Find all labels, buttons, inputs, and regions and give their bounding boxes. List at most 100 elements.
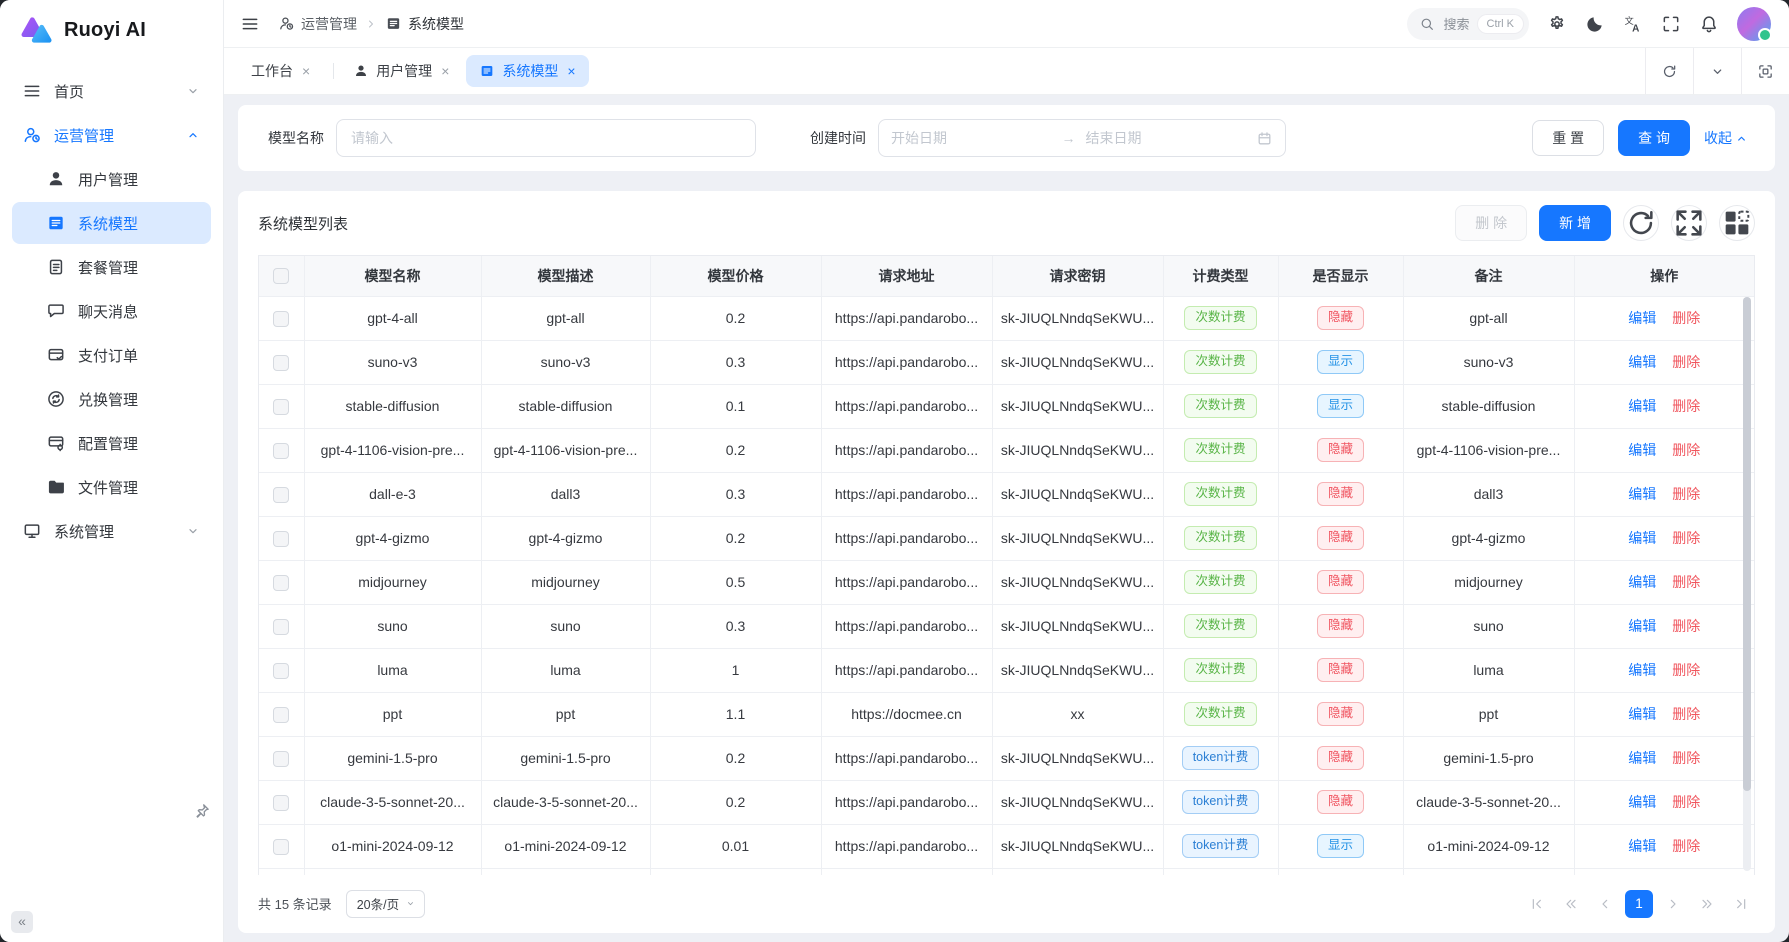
select-all-checkbox[interactable]	[273, 268, 289, 284]
delete-row-link[interactable]: 删除	[1672, 486, 1700, 502]
collapse-filter-link[interactable]: 收起	[1704, 128, 1749, 148]
dark-mode-moon-icon[interactable]	[1585, 14, 1605, 34]
create-time-range-input[interactable]: 开始日期 → 结束日期	[878, 119, 1286, 157]
refresh-table-button[interactable]	[1623, 205, 1659, 241]
row-checkbox[interactable]	[273, 531, 289, 547]
delete-row-link[interactable]: 删除	[1672, 442, 1700, 458]
table-scrollbar[interactable]	[1743, 297, 1751, 871]
global-search[interactable]: 搜索 Ctrl K	[1407, 8, 1529, 40]
fullscreen-icon[interactable]	[1661, 14, 1681, 34]
model-list-card: 系统模型列表 删 除 新 增	[238, 191, 1775, 933]
pagination-next-button[interactable]	[1659, 890, 1687, 918]
close-tab-icon[interactable]: ×	[302, 63, 310, 79]
sidebar-menu: 首页 运营管理 用户管理 系统模型 套餐管理 聊天消息 支付	[0, 60, 223, 562]
pagination-last-button[interactable]	[1727, 890, 1755, 918]
pagination-page-1[interactable]: 1	[1625, 890, 1653, 918]
row-checkbox[interactable]	[273, 311, 289, 327]
row-checkbox[interactable]	[273, 355, 289, 371]
search-button[interactable]: 查 询	[1618, 120, 1690, 156]
pagination-prev-jump-button[interactable]	[1557, 890, 1585, 918]
brand[interactable]: Ruoyi AI	[0, 0, 223, 60]
row-checkbox[interactable]	[273, 575, 289, 591]
delete-row-link[interactable]: 删除	[1672, 750, 1700, 766]
page-size-select[interactable]: 20条/页	[346, 890, 425, 918]
delete-row-link[interactable]: 删除	[1672, 794, 1700, 810]
tab-0[interactable]: 工作台 ×	[238, 55, 323, 87]
row-checkbox[interactable]	[273, 619, 289, 635]
sidebar-item[interactable]: 运营管理	[12, 114, 211, 156]
edit-row-link[interactable]: 编辑	[1628, 574, 1656, 590]
notifications-bell-icon[interactable]	[1699, 14, 1719, 34]
column-header: 是否显示	[1278, 256, 1403, 296]
user-avatar[interactable]	[1737, 7, 1771, 41]
visibility-badge: 隐藏	[1317, 306, 1364, 330]
edit-row-link[interactable]: 编辑	[1628, 750, 1656, 766]
delete-selected-button[interactable]: 删 除	[1455, 205, 1527, 241]
edit-row-link[interactable]: 编辑	[1628, 442, 1656, 458]
sidebar-item[interactable]: 系统模型	[12, 202, 211, 244]
edit-row-link[interactable]: 编辑	[1628, 662, 1656, 678]
sidebar-item[interactable]: 支付订单	[12, 334, 211, 376]
delete-row-link[interactable]: 删除	[1672, 574, 1700, 590]
edit-row-link[interactable]: 编辑	[1628, 618, 1656, 634]
expand-table-button[interactable]	[1671, 205, 1707, 241]
edit-row-link[interactable]: 编辑	[1628, 310, 1656, 326]
add-model-button[interactable]: 新 增	[1539, 205, 1611, 241]
row-checkbox[interactable]	[273, 751, 289, 767]
tab-1[interactable]: 用户管理 ×	[340, 55, 462, 87]
column-settings-button[interactable]	[1719, 205, 1755, 241]
refresh-page-button[interactable]	[1645, 48, 1693, 94]
edit-row-link[interactable]: 编辑	[1628, 838, 1656, 854]
maximize-content-button[interactable]	[1741, 48, 1789, 94]
breadcrumb-item[interactable]: 运营管理	[278, 14, 357, 34]
delete-row-link[interactable]: 删除	[1672, 310, 1700, 326]
sidebar-item[interactable]: 兑换管理	[12, 378, 211, 420]
pagination-first-button[interactable]	[1523, 890, 1551, 918]
close-tab-icon[interactable]: ×	[441, 63, 449, 79]
sidebar-item[interactable]: 首页	[12, 70, 211, 112]
model-name-input[interactable]	[336, 119, 756, 157]
close-tab-icon[interactable]: ×	[567, 63, 575, 79]
edit-row-link[interactable]: 编辑	[1628, 486, 1656, 502]
sidebar-item[interactable]: 套餐管理	[12, 246, 211, 288]
pagination-prev-button[interactable]	[1591, 890, 1619, 918]
edit-row-link[interactable]: 编辑	[1628, 398, 1656, 414]
sidebar-item[interactable]: 系统管理	[12, 510, 211, 552]
row-checkbox[interactable]	[273, 399, 289, 415]
language-translate-icon[interactable]: 文A	[1623, 14, 1643, 34]
delete-row-link[interactable]: 删除	[1672, 354, 1700, 370]
reset-button[interactable]: 重 置	[1532, 120, 1604, 156]
settings-gear-icon[interactable]	[1547, 14, 1567, 34]
collapse-sidebar-button[interactable]: «	[11, 911, 33, 933]
pin-icon[interactable]	[193, 802, 211, 820]
row-checkbox[interactable]	[273, 663, 289, 679]
delete-row-link[interactable]: 删除	[1672, 618, 1700, 634]
row-checkbox[interactable]	[273, 707, 289, 723]
sidebar-item[interactable]: 用户管理	[12, 158, 211, 200]
delete-row-link[interactable]: 删除	[1672, 530, 1700, 546]
edit-row-link[interactable]: 编辑	[1628, 794, 1656, 810]
sidebar-item[interactable]: 配置管理	[12, 422, 211, 464]
edit-row-link[interactable]: 编辑	[1628, 354, 1656, 370]
row-checkbox[interactable]	[273, 487, 289, 503]
delete-row-link[interactable]: 删除	[1672, 706, 1700, 722]
delete-row-link[interactable]: 删除	[1672, 662, 1700, 678]
delete-row-link[interactable]: 删除	[1672, 838, 1700, 854]
row-checkbox[interactable]	[273, 795, 289, 811]
cell-model-name: gpt-4-1106-vision-pre...	[304, 428, 481, 472]
cell-request-url: https://api.pandarobo...	[821, 472, 992, 516]
edit-row-link[interactable]: 编辑	[1628, 530, 1656, 546]
tab-2[interactable]: 系统模型 ×	[466, 55, 588, 87]
row-checkbox[interactable]	[273, 443, 289, 459]
sidebar-item[interactable]: 文件管理	[12, 466, 211, 508]
sidebar-item[interactable]: 聊天消息	[12, 290, 211, 332]
breadcrumb-item[interactable]: 系统模型	[385, 14, 464, 34]
list-icon	[46, 213, 66, 233]
edit-row-link[interactable]: 编辑	[1628, 706, 1656, 722]
sidebar-toggle-icon[interactable]	[240, 14, 260, 34]
delete-row-link[interactable]: 删除	[1672, 398, 1700, 414]
row-checkbox[interactable]	[273, 839, 289, 855]
scrollbar-thumb[interactable]	[1743, 297, 1751, 791]
pagination-next-jump-button[interactable]	[1693, 890, 1721, 918]
tabs-menu-chevron-button[interactable]	[1693, 48, 1741, 94]
